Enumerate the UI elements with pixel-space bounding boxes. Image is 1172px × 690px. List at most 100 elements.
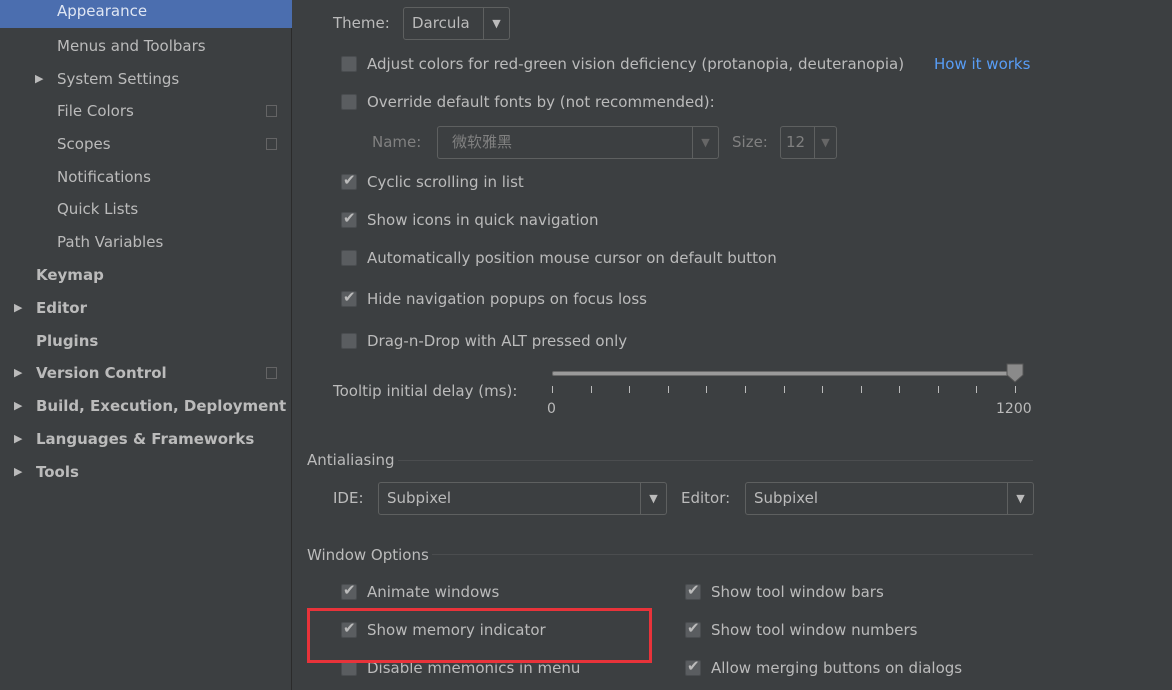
slider-tick (1015, 386, 1016, 393)
sidebar-item-quick-lists[interactable]: Quick Lists (0, 193, 292, 225)
cyclic-scrolling-checkbox[interactable] (341, 171, 357, 190)
slider-tick (744, 386, 746, 393)
expand-arrow-icon[interactable]: ▶ (14, 357, 22, 389)
expand-arrow-icon[interactable]: ▶ (14, 456, 22, 488)
chevron-down-icon[interactable]: ▼ (814, 127, 836, 158)
chevron-down-icon[interactable]: ▼ (1007, 483, 1033, 514)
merge-buttons-checkbox[interactable] (685, 657, 701, 676)
expand-arrow-icon[interactable]: ▶ (14, 292, 22, 324)
slider-tick (783, 386, 785, 393)
sidebar-item-file-colors[interactable]: File Colors (0, 95, 292, 127)
slider-tick (899, 386, 901, 393)
slider-tick (860, 386, 862, 393)
auto-mouse-checkbox[interactable] (341, 250, 357, 266)
slider-tick (937, 386, 939, 393)
sidebar-item-languages-frameworks[interactable]: ▶ Languages & Frameworks (0, 423, 292, 455)
override-fonts-checkbox[interactable] (341, 94, 357, 110)
ide-antialiasing-select[interactable]: Subpixel ▼ (378, 482, 667, 515)
sidebar-item-keymap[interactable]: Keymap (0, 259, 292, 291)
sidebar-item-editor[interactable]: ▶ Editor (0, 292, 292, 324)
sidebar-item-label: Build, Execution, Deployment (36, 397, 287, 415)
sidebar-item-label: Path Variables (57, 233, 164, 251)
copy-icon (266, 138, 277, 150)
sidebar-item-label: Tools (36, 463, 79, 481)
ide-antialiasing-label: IDE: (333, 489, 364, 507)
theme-value: Darcula (412, 14, 470, 32)
adjust-colors-checkbox[interactable] (341, 56, 357, 72)
chevron-down-icon[interactable]: ▼ (692, 127, 718, 158)
chevron-down-icon[interactable]: ▼ (640, 483, 666, 514)
adjust-colors-label: Adjust colors for red-green vision defic… (367, 55, 905, 73)
sidebar-item-label: Notifications (57, 168, 151, 186)
tooltip-delay-label: Tooltip initial delay (ms): (333, 382, 518, 400)
hide-popups-label: Hide navigation popups on focus loss (367, 290, 647, 308)
theme-label: Theme: (333, 14, 390, 32)
animate-windows-checkbox[interactable] (341, 581, 357, 600)
slider-tick (976, 386, 978, 393)
tool-window-numbers-label: Show tool window numbers (711, 621, 918, 639)
font-name-select[interactable]: 微软雅黑 ▼ (437, 126, 719, 159)
antialiasing-section-title: Antialiasing (307, 451, 395, 469)
window-options-section-title: Window Options (307, 546, 429, 564)
slider-min-label: 0 (547, 401, 556, 417)
font-name-label: Name: (372, 133, 422, 151)
tool-window-numbers-checkbox[interactable] (685, 619, 701, 638)
sidebar-item-label: Plugins (36, 332, 99, 350)
sidebar-item-label: Version Control (36, 364, 167, 382)
slider-thumb[interactable] (1006, 363, 1024, 383)
editor-antialiasing-value: Subpixel (754, 489, 819, 507)
merge-buttons-label: Allow merging buttons on dialogs (711, 659, 963, 677)
sidebar-item-version-control[interactable]: ▶ Version Control (0, 357, 292, 389)
chevron-down-icon[interactable]: ▼ (483, 8, 509, 39)
sidebar-item-appearance[interactable]: Appearance (0, 0, 292, 28)
font-size-label: Size: (732, 133, 768, 151)
slider-tick (822, 386, 824, 393)
sidebar-item-label: Scopes (57, 135, 111, 153)
theme-select[interactable]: Darcula ▼ (403, 7, 510, 40)
sidebar-item-plugins[interactable]: Plugins (0, 325, 292, 357)
section-divider (398, 460, 1033, 461)
ide-antialiasing-value: Subpixel (387, 489, 452, 507)
sidebar-item-label: Appearance (57, 2, 148, 20)
sidebar-item-scopes[interactable]: Scopes (0, 128, 292, 160)
editor-antialiasing-select[interactable]: Subpixel ▼ (745, 482, 1034, 515)
auto-mouse-label: Automatically position mouse cursor on d… (367, 249, 777, 267)
sidebar-item-build-execution-deployment[interactable]: ▶ Build, Execution, Deployment (0, 390, 292, 422)
animate-windows-label: Animate windows (367, 583, 500, 601)
expand-arrow-icon[interactable]: ▶ (14, 423, 22, 455)
sidebar-item-label: File Colors (57, 102, 134, 120)
slider-tick (629, 386, 631, 393)
editor-antialiasing-label: Editor: (681, 489, 731, 507)
section-divider (432, 554, 1033, 555)
font-size-value: 12 (786, 133, 806, 151)
dnd-alt-checkbox[interactable] (341, 333, 357, 349)
sidebar-item-path-variables[interactable]: Path Variables (0, 226, 292, 258)
sidebar-item-label: Languages & Frameworks (36, 430, 255, 448)
expand-arrow-icon[interactable]: ▶ (35, 63, 43, 95)
copy-icon (266, 367, 277, 379)
sidebar-item-menus-and-toolbars[interactable]: Menus and Toolbars (0, 30, 292, 62)
expand-arrow-icon[interactable]: ▶ (14, 390, 22, 422)
tool-window-bars-checkbox[interactable] (685, 581, 701, 600)
slider-tick (552, 386, 553, 393)
font-name-value: 微软雅黑 (452, 133, 513, 151)
sidebar-item-notifications[interactable]: Notifications (0, 161, 292, 193)
sidebar-item-label: Editor (36, 299, 87, 317)
slider-tick (667, 386, 669, 393)
show-icons-label: Show icons in quick navigation (367, 211, 599, 229)
font-size-select[interactable]: 12 ▼ (780, 126, 837, 159)
tool-window-bars-label: Show tool window bars (711, 583, 884, 601)
hide-popups-checkbox[interactable] (341, 288, 357, 307)
override-fonts-label: Override default fonts by (not recommend… (367, 93, 715, 111)
sidebar-item-label: System Settings (57, 70, 180, 88)
dnd-alt-label: Drag-n-Drop with ALT pressed only (367, 332, 628, 350)
how-it-works-link[interactable]: How it works (934, 55, 1030, 73)
sidebar-item-label: Menus and Toolbars (57, 37, 206, 55)
sidebar-item-label: Keymap (36, 266, 104, 284)
tooltip-delay-slider-track[interactable] (552, 371, 1015, 376)
show-icons-checkbox[interactable] (341, 209, 357, 228)
sidebar-item-system-settings[interactable]: ▶ System Settings (0, 63, 292, 95)
sidebar-item-label: Quick Lists (57, 200, 139, 218)
sidebar-item-tools[interactable]: ▶ Tools (0, 456, 292, 488)
copy-icon (266, 105, 277, 117)
